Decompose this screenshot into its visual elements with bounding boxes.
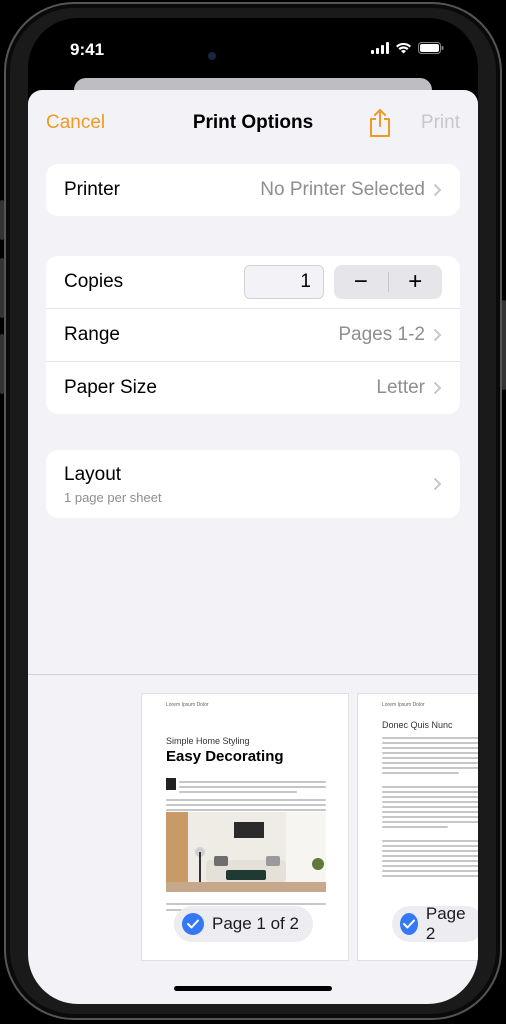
layout-subtitle: 1 page per sheet [64, 489, 162, 505]
copies-stepper: − + [334, 265, 442, 299]
phone-frame: 9:41 Print Options Cancel Print Printer … [0, 0, 506, 1024]
paper-size-label: Paper Size [64, 377, 157, 398]
wifi-icon [396, 42, 411, 54]
battery-icon [418, 42, 444, 54]
decrement-button[interactable]: − [334, 265, 388, 299]
options-group: Copies 1 − + Range Pages 1-2 Paper Size … [46, 256, 460, 414]
volume-down-button [0, 334, 4, 394]
paper-size-value: Letter [376, 377, 425, 398]
printer-value: No Printer Selected [260, 179, 425, 200]
page-header: Lorem Ipsum Dolor [166, 702, 209, 708]
share-icon[interactable] [368, 108, 392, 138]
nav-bar: Print Options Cancel Print [28, 90, 478, 154]
preview-divider [28, 674, 478, 675]
chevron-right-icon [433, 328, 442, 342]
screen: 9:41 Print Options Cancel Print Printer … [28, 18, 478, 1004]
printer-row[interactable]: Printer No Printer Selected [46, 164, 460, 216]
page-body-text [382, 734, 478, 880]
range-value: Pages 1-2 [338, 324, 425, 345]
increment-button[interactable]: + [389, 265, 443, 299]
cancel-button[interactable]: Cancel [46, 112, 105, 134]
page-1-badge[interactable]: Page 1 of 2 [174, 906, 313, 942]
page-2-badge[interactable]: Page 2 [392, 904, 478, 943]
chevron-right-icon [433, 381, 442, 395]
side-button [0, 200, 4, 240]
page-1-label: Page 1 of 2 [212, 914, 299, 933]
layout-group: Layout 1 page per sheet [46, 450, 460, 518]
page-2-label: Page 2 [425, 904, 466, 943]
copies-row: Copies 1 − + [46, 256, 460, 308]
printer-label: Printer [64, 179, 120, 200]
volume-up-button [0, 258, 4, 318]
copies-input[interactable]: 1 [244, 265, 324, 299]
page-kicker: Simple Home Styling [166, 736, 250, 746]
print-options-sheet: Print Options Cancel Print Printer No Pr… [28, 90, 478, 1004]
paper-size-row[interactable]: Paper Size Letter [46, 361, 460, 414]
living-room-photo [166, 812, 326, 892]
checkmark-icon [182, 913, 204, 935]
page-header: Lorem Ipsum Dolor [382, 702, 425, 708]
chevron-right-icon [433, 183, 442, 197]
printer-group: Printer No Printer Selected [46, 164, 460, 216]
page-heading: Easy Decorating [166, 748, 284, 765]
layout-label: Layout [64, 463, 122, 485]
front-camera [208, 52, 216, 60]
range-row[interactable]: Range Pages 1-2 [46, 308, 460, 361]
copies-label: Copies [64, 271, 124, 292]
print-button[interactable]: Print [421, 112, 460, 134]
home-indicator[interactable] [174, 986, 332, 991]
layout-row[interactable]: Layout 1 page per sheet [46, 450, 460, 518]
signal-icon [371, 42, 389, 54]
chevron-right-icon [433, 477, 442, 491]
page-caption [166, 903, 326, 905]
range-label: Range [64, 324, 120, 345]
power-button [502, 300, 506, 390]
status-icons [371, 42, 444, 54]
checkmark-icon [400, 913, 418, 935]
page-heading: Donec Quis Nunc [382, 720, 453, 730]
status-time: 9:41 [70, 40, 105, 59]
